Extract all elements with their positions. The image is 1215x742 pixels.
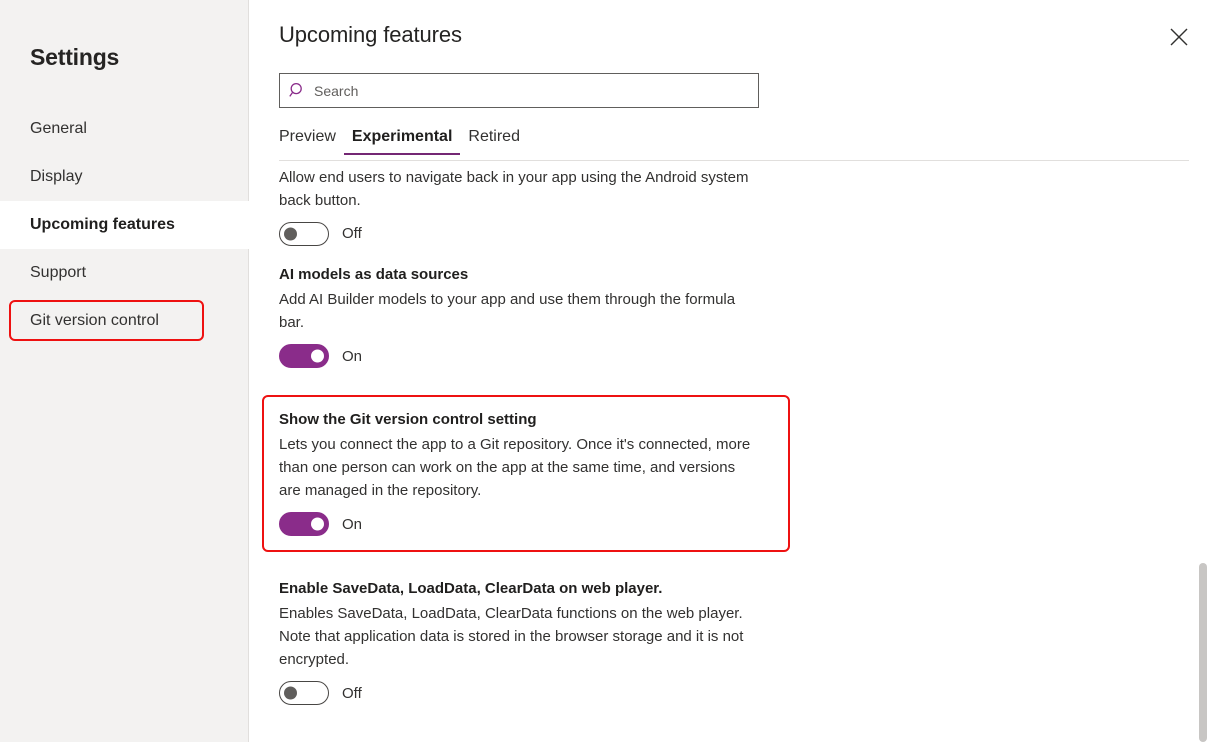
sidebar-item-label: Git version control [30,312,159,329]
sidebar-item-label: Support [30,264,87,281]
feature-item: AI models as data sources Add AI Builder… [279,265,779,368]
feature-title: Show the Git version control setting [279,411,537,428]
sidebar-item-support[interactable]: Support [0,249,249,297]
sidebar-item-general[interactable]: General [0,105,249,153]
sidebar-item-label: General [30,120,87,137]
toggle-state-label: On [342,515,363,533]
search-icon [280,82,314,99]
feature-item: Allow end users to navigate back in your… [279,167,779,246]
feature-tabs: Preview Experimental Retired [279,128,528,155]
feature-description: Enables SaveData, LoadData, ClearData fu… [279,605,744,669]
feature-toggle[interactable] [279,344,329,368]
settings-sidebar: Settings General Display Upcoming featur… [0,0,249,742]
sidebar-item-display[interactable]: Display [0,153,249,201]
feature-item: Enable SaveData, LoadData, ClearData on … [279,579,779,706]
toggle-state-label: Off [342,225,362,243]
sidebar-item-git-version-control[interactable]: Git version control [0,297,249,345]
tab-preview[interactable]: Preview [279,128,344,155]
toggle-state-label: On [342,347,363,365]
feature-toggle[interactable] [279,512,329,537]
sidebar-item-upcoming-features[interactable]: Upcoming features [0,201,249,249]
tabs-divider [279,160,1189,161]
feature-list: Allow end users to navigate back in your… [262,167,790,706]
toggle-knob [311,349,324,363]
toggle-state-label: Off [342,684,362,702]
tab-label: Preview [279,128,336,145]
feature-item-git-version-control: Show the Git version control setting Let… [262,395,790,553]
toggle-knob [284,686,297,700]
feature-title: AI models as data sources [279,265,469,283]
feature-toggle-row: On [279,344,779,368]
sidebar-nav-list: General Display Upcoming features Suppor… [0,105,249,345]
feature-toggle-row: Off [279,681,779,706]
tab-label: Retired [468,128,520,145]
tab-label: Experimental [351,128,453,145]
page-title: Upcoming features [279,22,462,47]
upcoming-features-panel: Upcoming features Preview Experimental R… [249,0,1215,742]
sidebar-title: Settings [30,44,120,70]
close-button[interactable] [1159,17,1199,57]
close-icon [1170,28,1188,46]
tab-experimental[interactable]: Experimental [343,128,461,155]
feature-title: Enable SaveData, LoadData, ClearData on … [279,580,663,598]
feature-description: Add AI Builder models to your app and us… [279,291,736,332]
feature-toggle[interactable] [279,221,329,246]
sidebar-item-label: Upcoming features [30,216,175,233]
feature-toggle[interactable] [279,681,329,706]
search-input[interactable] [314,74,758,107]
feature-description: Lets you connect the app to a Git reposi… [279,436,751,500]
feature-toggle-row: On [279,512,772,537]
tab-retired[interactable]: Retired [460,128,528,155]
scrollbar-thumb[interactable] [1199,563,1207,742]
toggle-knob [311,517,324,531]
feature-toggle-row: Off [279,221,779,246]
search-box[interactable] [279,73,759,108]
scrollbar[interactable] [1199,0,1207,742]
sidebar-item-label: Display [30,168,83,185]
feature-description: Allow end users to navigate back in your… [279,169,749,209]
toggle-knob [284,227,297,241]
